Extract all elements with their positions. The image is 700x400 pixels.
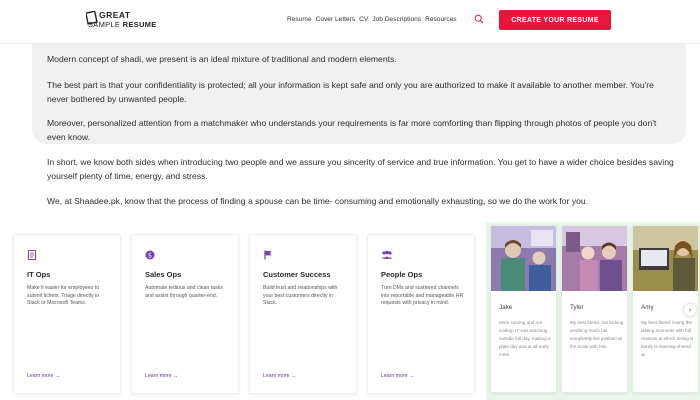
card-people-ops: People Ops Turn DMs and scattered channe…: [367, 234, 475, 394]
card-title: People Ops: [381, 270, 423, 279]
card-customer-success: Customer Success Build trust and relatio…: [249, 234, 357, 394]
card-description: Turn DMs and scattered channels into rep…: [381, 285, 464, 307]
search-icon[interactable]: [474, 14, 484, 24]
profile-name: Tyler: [570, 304, 584, 311]
learn-more-link[interactable]: Learn more →: [263, 373, 296, 379]
card-sales-ops: $ Sales Ops Automate tedious and clean t…: [131, 234, 239, 394]
profile-bio: My best friend, loving the lasting momen…: [641, 320, 694, 357]
learn-more-link[interactable]: Learn more →: [381, 373, 414, 379]
nav-cv[interactable]: CV: [359, 16, 368, 23]
flag-icon: [264, 250, 272, 260]
nav-job-descriptions[interactable]: Job Descriptions: [372, 16, 421, 23]
learn-more-link[interactable]: Learn more →: [27, 373, 60, 379]
card-description: Automate tedious and clean tasks and ass…: [145, 285, 223, 299]
document-icon: [28, 250, 36, 260]
article-paragraph-5: We, at Shaadee.pk, know that the process…: [47, 196, 589, 206]
logo[interactable]: GREAT SAMPLE RESUME: [86, 10, 166, 30]
profile-bio: Mom coming and not coding. IT was teachi…: [499, 320, 551, 357]
nav-cover-letters[interactable]: Cover Letters: [316, 16, 356, 23]
profile-photo: [562, 226, 627, 291]
site-header: GREAT SAMPLE RESUME Resume Cover Letters…: [0, 0, 700, 44]
card-title: Customer Success: [263, 270, 331, 279]
article-paragraph-1: Modern concept of shadi, we present is a…: [47, 54, 397, 64]
card-description: Make it easier for employees to submit t…: [27, 285, 100, 307]
profile-photo: [633, 226, 698, 291]
article-paragraph-4: In short, we know both sides when introd…: [47, 157, 674, 181]
card-title: IT Ops: [27, 270, 51, 279]
nav-resources[interactable]: Resources: [425, 16, 457, 23]
card-title: Sales Ops: [145, 270, 182, 279]
svg-text:$: $: [148, 251, 152, 259]
article-paragraph-2: The best part is that your confidentiali…: [47, 80, 654, 104]
logo-text-top: GREAT: [99, 10, 131, 20]
dollar-icon: $: [145, 250, 155, 260]
profile-bio: My best friend, not lacking anything muc…: [570, 320, 624, 349]
profile-photo: [491, 226, 556, 291]
people-icon: [381, 250, 393, 259]
learn-more-link[interactable]: Learn more →: [145, 373, 178, 379]
article-paragraph-3: Moreover, personalized attention from a …: [47, 118, 657, 142]
profile-name: Jake: [499, 304, 513, 311]
carousel-next-button[interactable]: ›: [684, 304, 696, 316]
profile-card[interactable]: Tyler My best friend, not lacking anythi…: [561, 225, 628, 393]
logo-text-bottom: SAMPLE RESUME: [88, 20, 157, 29]
card-description: Build trust and relationships with your …: [263, 285, 338, 307]
profile-card[interactable]: Jake Mom coming and not coding. IT was t…: [490, 225, 557, 393]
main-nav: Resume Cover Letters CV Job Descriptions…: [287, 16, 457, 23]
profile-name: Amy: [641, 304, 654, 311]
nav-resume[interactable]: Resume: [287, 16, 312, 23]
create-resume-button[interactable]: CREATE YOUR RESUME: [499, 10, 611, 30]
card-it-ops: IT Ops Make it easier for employees to s…: [13, 234, 121, 394]
